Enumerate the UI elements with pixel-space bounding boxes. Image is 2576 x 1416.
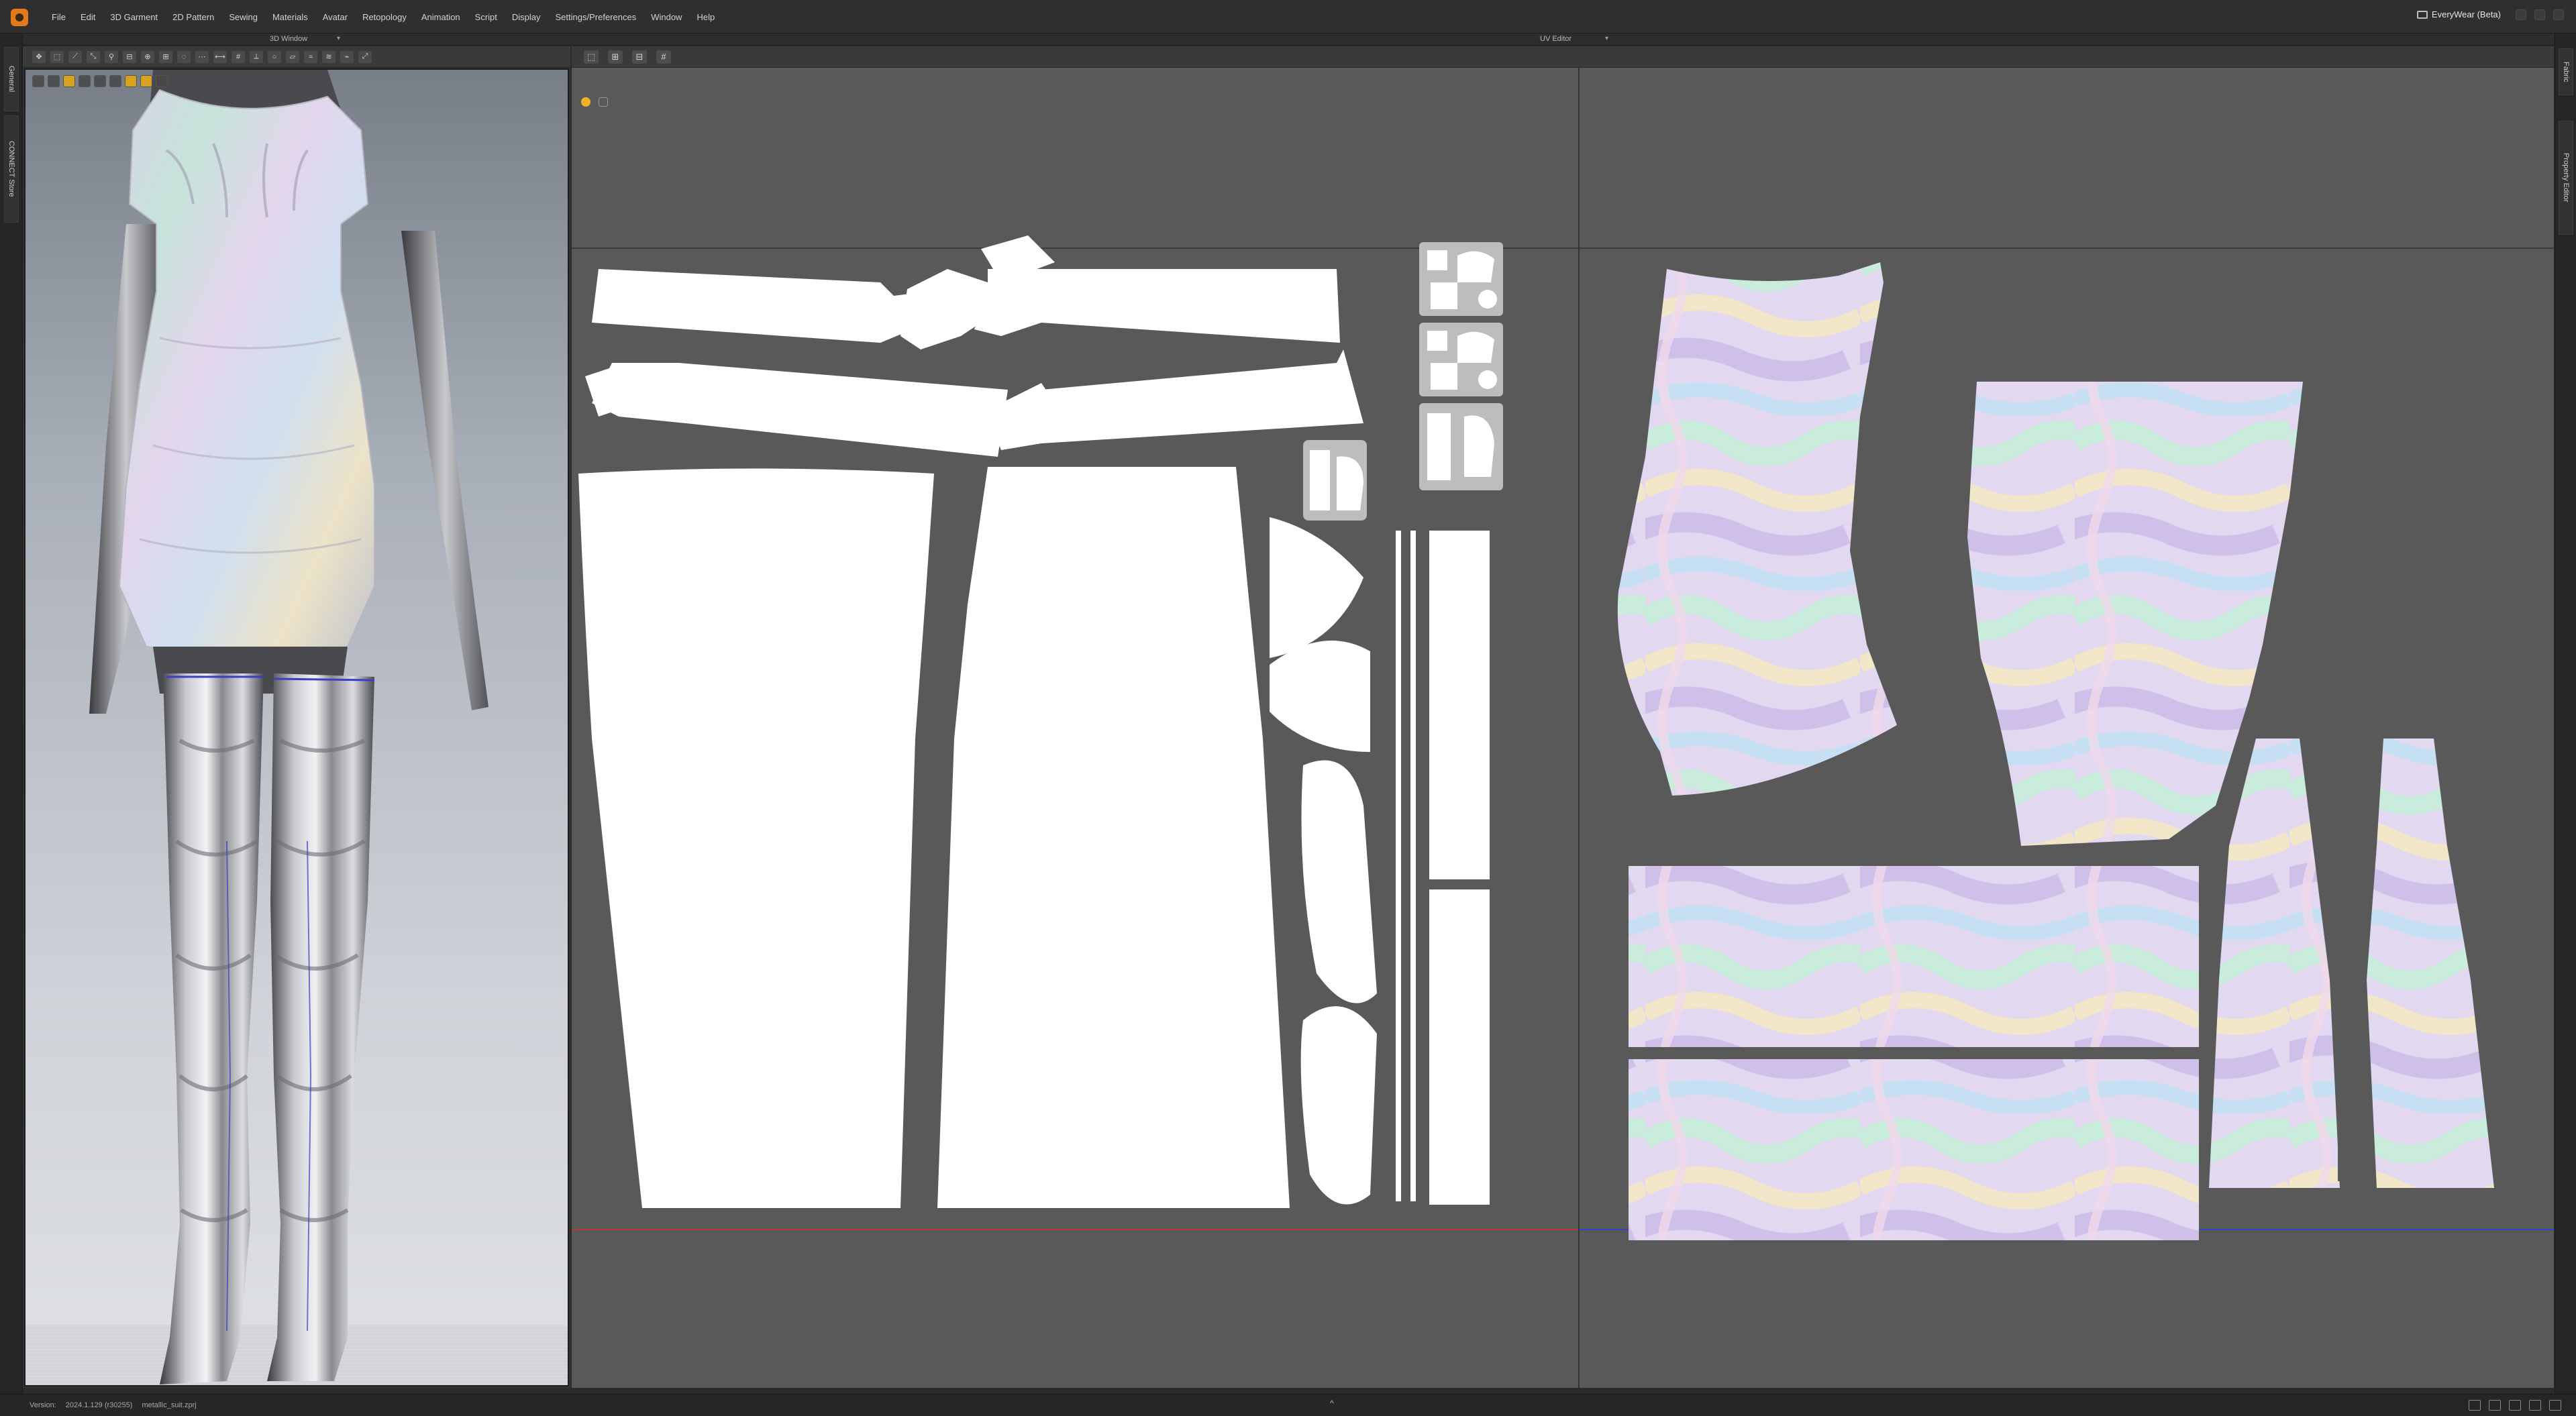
- display-icon[interactable]: [32, 75, 44, 87]
- right-side-tabs: Fabric Property Editor: [2555, 34, 2576, 1394]
- viewport-3d[interactable]: [24, 68, 569, 1386]
- texture-icon[interactable]: [63, 75, 75, 87]
- pin-lasso-icon[interactable]: ◌: [177, 50, 191, 63]
- select-icon[interactable]: ⬚: [50, 50, 64, 63]
- tab-general[interactable]: General: [4, 47, 19, 111]
- fold-arrange-icon[interactable]: ⤡: [87, 50, 100, 63]
- uv-transform-icon[interactable]: ⬚: [584, 50, 599, 64]
- window-3d: ✥ ⬚ ⟋ ⤡ ⚲ ⊟ ⊕ ⊞ ◌ ⋯ ⟷ # ⟂ ○ ▱ ≈ ≋ ⌁ ⤢: [23, 46, 570, 1388]
- measure-icon[interactable]: ⟷: [213, 50, 227, 63]
- layout-icons: [2469, 1400, 2561, 1411]
- close-icon[interactable]: [2553, 9, 2564, 20]
- uv-islands: [578, 235, 2494, 1240]
- shirring-icon[interactable]: ≋: [322, 50, 336, 63]
- version-info: Version: 2024.1.129 (r30255) metallic_su…: [30, 1401, 197, 1409]
- menu-retopology[interactable]: Retopology: [355, 12, 414, 22]
- everywear-icon: [2416, 10, 2428, 19]
- tab-fabric[interactable]: Fabric: [2559, 48, 2573, 95]
- menu-file[interactable]: File: [44, 12, 73, 22]
- file-name: metallic_suit.zprj: [142, 1401, 197, 1409]
- fabric-display-icon[interactable]: [79, 75, 91, 87]
- window-3d-title: 3D Window: [270, 35, 308, 43]
- uv-pin-icon[interactable]: #: [656, 50, 671, 64]
- tack-icon[interactable]: ⚲: [105, 50, 118, 63]
- avatar-figure: [89, 70, 488, 1384]
- maximize-icon[interactable]: [2534, 9, 2545, 20]
- circ-ruler-icon[interactable]: ○: [268, 50, 281, 63]
- fullscreen-icon[interactable]: [156, 75, 168, 87]
- uv-editor-title: UV Editor: [1540, 35, 1572, 43]
- menu-edit[interactable]: Edit: [73, 12, 103, 22]
- uv-piece-gap: [2338, 745, 2340, 1181]
- grid-icon[interactable]: #: [231, 50, 245, 63]
- menu-help[interactable]: Help: [689, 12, 722, 22]
- uv-arrange-icon[interactable]: ⊟: [632, 50, 647, 64]
- pin-icon[interactable]: ⊕: [141, 50, 154, 63]
- version-label: Version:: [30, 1401, 56, 1409]
- layout-custom-icon[interactable]: [2549, 1400, 2561, 1411]
- uv-edit-icon[interactable]: ⊞: [608, 50, 623, 64]
- menu-script[interactable]: Script: [468, 12, 505, 22]
- toolbar-3d: ✥ ⬚ ⟋ ⤡ ⚲ ⊟ ⊕ ⊞ ◌ ⋯ ⟷ # ⟂ ○ ▱ ≈ ≋ ⌁ ⤢: [23, 46, 570, 68]
- viewport-toolbar: [32, 75, 168, 87]
- strap-icon[interactable]: ⌁: [340, 50, 354, 63]
- uv-left-tile-pieces: [578, 235, 1490, 1208]
- render-icon[interactable]: [140, 75, 152, 87]
- uv-editor: ⬚ ⊞ ⊟ #: [572, 46, 2554, 1388]
- sew-icon[interactable]: ⋯: [195, 50, 209, 63]
- menu-animation[interactable]: Animation: [414, 12, 468, 22]
- tab-connect-store[interactable]: CONNECT Store: [4, 115, 19, 223]
- minimize-icon[interactable]: [2516, 9, 2526, 20]
- fold-icon[interactable]: ⟋: [68, 50, 82, 63]
- menu-2d-pattern[interactable]: 2D Pattern: [165, 12, 221, 22]
- toolbar-uv: ⬚ ⊞ ⊟ #: [572, 46, 2554, 68]
- layout-single-icon[interactable]: [2469, 1400, 2481, 1411]
- light-icon[interactable]: [94, 75, 106, 87]
- ruler-icon[interactable]: ⟂: [250, 50, 263, 63]
- uv-editor-header: UV Editor ▾: [572, 34, 2554, 46]
- menu-3d-garment[interactable]: 3D Garment: [103, 12, 165, 22]
- window-controls: [2516, 9, 2564, 20]
- collapse-caret-icon[interactable]: ^: [1330, 1399, 1334, 1408]
- move-icon[interactable]: ✥: [32, 50, 46, 63]
- version-value: 2024.1.129 (r30255): [65, 1401, 133, 1409]
- menu-settings[interactable]: Settings/Preferences: [548, 12, 644, 22]
- chevron-down-icon[interactable]: ▾: [337, 35, 340, 42]
- uv-right-tile-pieces: [1617, 262, 2494, 1240]
- menu-window[interactable]: Window: [643, 12, 689, 22]
- camera-icon[interactable]: [109, 75, 121, 87]
- window-3d-header: 3D Window ▾: [23, 34, 570, 46]
- layout-3d-icon[interactable]: [2509, 1400, 2521, 1411]
- pin-box-icon[interactable]: ⊞: [159, 50, 172, 63]
- avatar-display-icon[interactable]: [48, 75, 60, 87]
- everywear-button[interactable]: EveryWear (Beta): [2416, 9, 2501, 19]
- flat-icon[interactable]: ▱: [286, 50, 299, 63]
- menu-materials[interactable]: Materials: [265, 12, 315, 22]
- puckering-icon[interactable]: ≈: [304, 50, 317, 63]
- tab-property-editor[interactable]: Property Editor: [2559, 121, 2573, 235]
- layout-grid-icon[interactable]: [2529, 1400, 2541, 1411]
- menu-bar: File Edit 3D Garment 2D Pattern Sewing M…: [0, 0, 2576, 34]
- menu-display[interactable]: Display: [505, 12, 548, 22]
- lock-icon[interactable]: ⊟: [123, 50, 136, 63]
- sun-icon[interactable]: [125, 75, 137, 87]
- everywear-label: EveryWear (Beta): [2431, 9, 2501, 19]
- left-side-tabs: General CONNECT Store: [0, 34, 23, 1394]
- layout-split-icon[interactable]: [2489, 1400, 2501, 1411]
- menu-avatar[interactable]: Avatar: [315, 12, 355, 22]
- uv-canvas[interactable]: [572, 68, 2554, 1388]
- main-menu: File Edit 3D Garment 2D Pattern Sewing M…: [44, 0, 722, 34]
- chevron-down-icon[interactable]: ▾: [1605, 35, 1608, 42]
- fit-icon[interactable]: ⤢: [358, 50, 372, 63]
- menu-sewing[interactable]: Sewing: [221, 12, 265, 22]
- app-logo-icon[interactable]: [11, 9, 28, 26]
- status-bar: Version: 2024.1.129 (r30255) metallic_su…: [0, 1394, 2576, 1416]
